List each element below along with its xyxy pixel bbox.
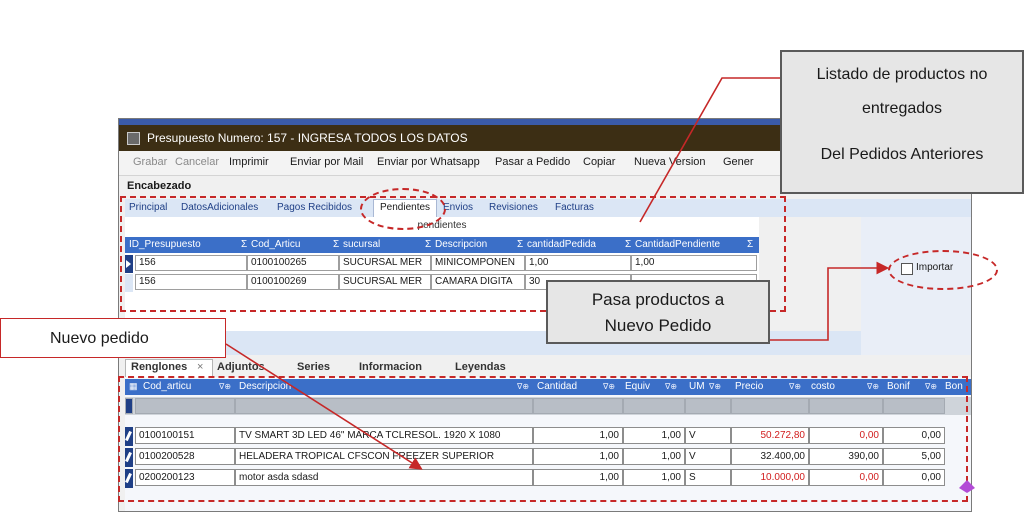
pasa-line-2: Nuevo Pedido xyxy=(604,316,712,335)
generar-button[interactable]: Gener xyxy=(723,156,754,168)
close-tab-icon[interactable]: × xyxy=(197,361,203,373)
window-icon xyxy=(127,132,140,145)
resize-handle-icon[interactable] xyxy=(958,478,976,494)
enviar-whatsapp-button[interactable]: Enviar por Whatsapp xyxy=(377,156,480,168)
copiar-button[interactable]: Copiar xyxy=(583,156,615,168)
tab-renglones[interactable]: Renglones xyxy=(131,361,187,373)
pasa-callout: Pasa productos a Nuevo Pedido xyxy=(546,280,770,344)
nuevo-pedido-label: Nuevo pedido xyxy=(50,330,149,347)
importar-highlight xyxy=(888,250,998,290)
grabar-button[interactable]: Grabar xyxy=(133,156,167,168)
tab-leyendas[interactable]: Leyendas xyxy=(455,361,506,373)
imprimir-button[interactable]: Imprimir xyxy=(229,156,269,168)
cancelar-button[interactable]: Cancelar xyxy=(175,156,219,168)
tab-adjuntos[interactable]: Adjuntos xyxy=(217,361,265,373)
listado-line-2: entregados xyxy=(861,100,943,117)
listado-line-3: Del Pedidos Anteriores xyxy=(820,146,984,163)
window-title: Presupuesto Numero: 157 - INGRESA TODOS … xyxy=(147,131,468,145)
listado-line-1: Listado de productos no xyxy=(816,66,988,83)
enviar-mail-button[interactable]: Enviar por Mail xyxy=(290,156,363,168)
pasar-a-pedido-button[interactable]: Pasar a Pedido xyxy=(495,156,570,168)
tab-informacion[interactable]: Informacion xyxy=(359,361,422,373)
nueva-version-button[interactable]: Nueva Version xyxy=(634,156,706,168)
pendientes-tab-highlight xyxy=(360,188,446,230)
detail-tabs: Renglones × Adjuntos Series Informacion … xyxy=(125,359,971,377)
listado-callout: Listado de productos no entregados Del P… xyxy=(780,50,1024,194)
tab-series[interactable]: Series xyxy=(297,361,330,373)
renglones-highlight xyxy=(118,376,968,502)
encabezado-label: Encabezado xyxy=(127,180,192,192)
pasa-line-1: Pasa productos a xyxy=(591,290,725,309)
